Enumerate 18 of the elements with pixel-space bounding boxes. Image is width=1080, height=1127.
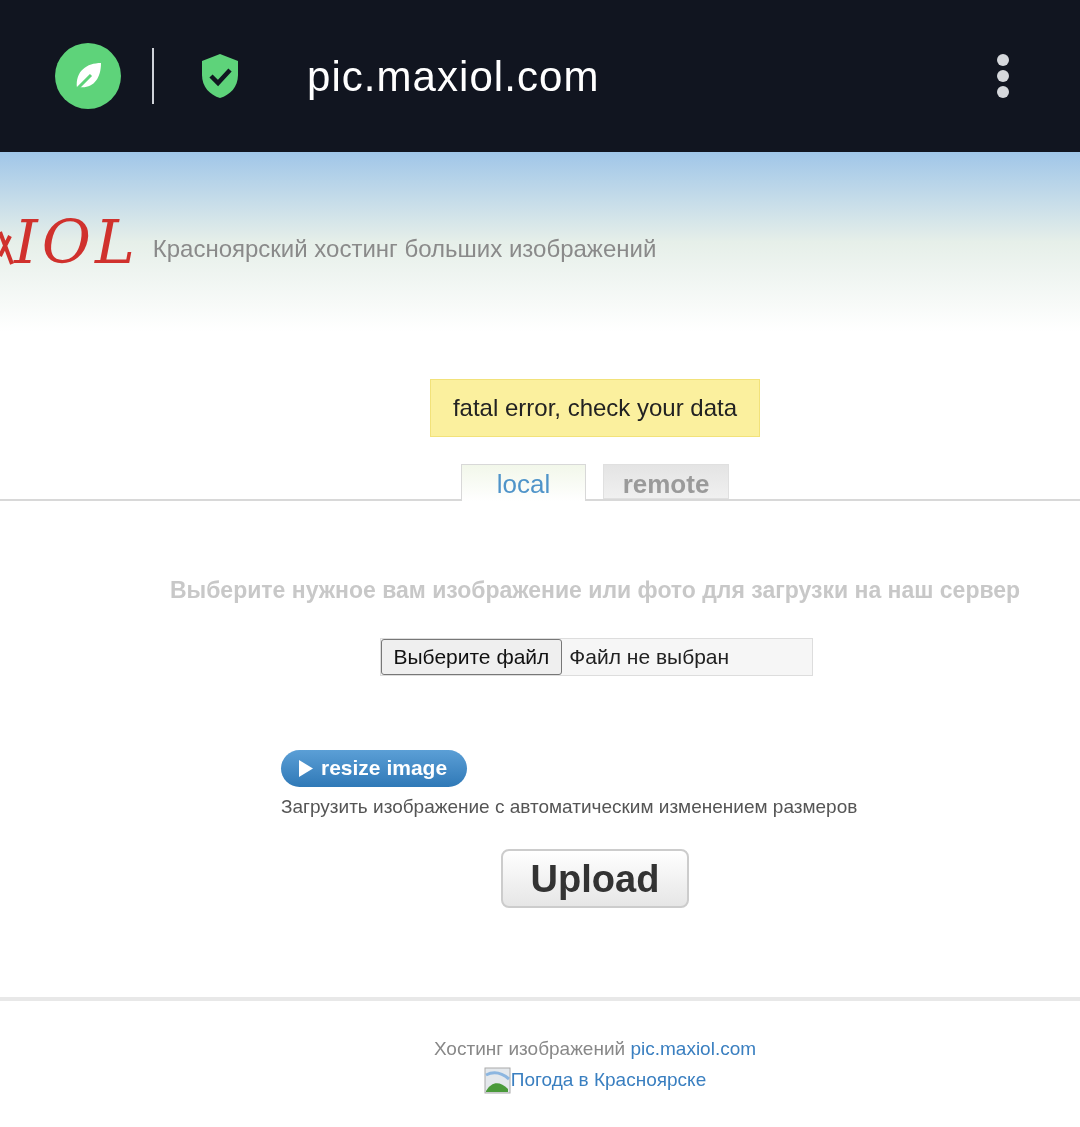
more-menu-icon[interactable] [996, 53, 1010, 99]
broken-image-icon [483, 1067, 511, 1094]
footer-text: Хостинг изображений [433, 1038, 626, 1059]
tab[interactable]: remote [603, 464, 729, 499]
leaf-icon[interactable] [55, 43, 121, 109]
url-text[interactable]: pic.maxiol.com [307, 44, 600, 108]
logo-text[interactable]: IOL [14, 212, 139, 272]
resize-image-button[interactable]: resize image [281, 749, 467, 787]
file-input[interactable]: Выберите файл Файл не выбран [379, 637, 813, 676]
error-message: fatal error, check your data [429, 379, 761, 437]
shield-check-icon[interactable] [200, 53, 240, 99]
weather-link[interactable]: Погода в Красноярске [510, 1065, 707, 1094]
upload-button[interactable]: Upload [501, 849, 689, 908]
site-link[interactable]: pic.maxiol.com [630, 1038, 757, 1059]
tagline-text: Красноярский хостинг больших изображений [152, 234, 657, 264]
play-icon [299, 759, 313, 777]
resize-description: Загрузить изображение с автоматическим изменением размеров [281, 794, 859, 819]
tab[interactable]: local [461, 464, 586, 501]
